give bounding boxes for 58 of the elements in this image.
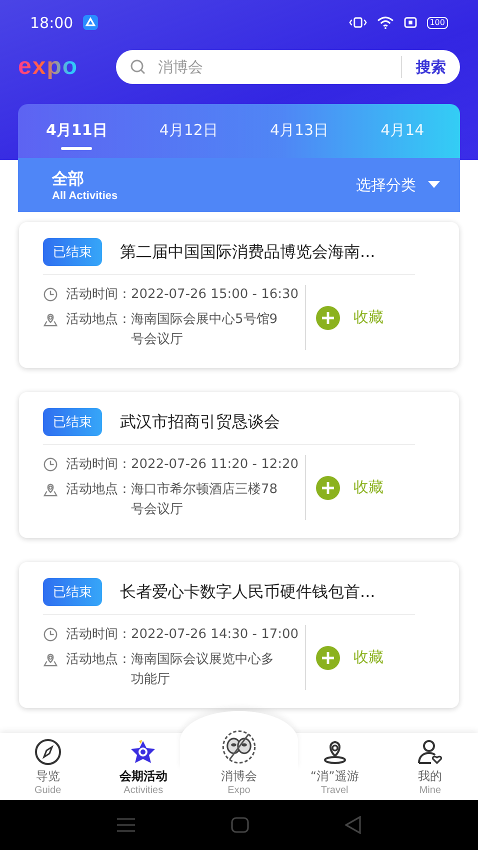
search-icon [130, 59, 146, 75]
plus-icon [316, 306, 340, 330]
star-icon [129, 738, 158, 766]
caret-icon [428, 181, 440, 189]
home-icon[interactable] [231, 817, 249, 833]
masks-drawing [220, 728, 258, 766]
vibrate-icon [348, 16, 367, 29]
category-subtitle: All Activities [52, 190, 118, 202]
person-icon [416, 738, 444, 766]
status-badge: 已结束 [43, 238, 102, 266]
status-badge: 已结束 [43, 578, 102, 606]
place-label: 活动地点： [66, 481, 131, 499]
event-title: 武汉市招商引贸恳谈会 [120, 412, 280, 432]
place-label: 活动地点： [66, 651, 131, 669]
event-time: 2022-07-26 14:30 - 17:00 [131, 626, 299, 644]
compass-icon [34, 738, 62, 766]
category-dropdown[interactable]: 选择分类 [356, 176, 440, 194]
back-icon[interactable] [345, 816, 361, 834]
event-title: 第二届中国国际消费品博览会海南... [120, 242, 376, 262]
search-button[interactable]: 搜索 [401, 56, 460, 78]
date-tab[interactable]: 4月11日 [46, 112, 108, 150]
event-card[interactable]: 已结束 武汉市招商引贸恳谈会 活动时间：2022-07-26 11:20 - 12:20 活动地点：海口市希尔顿酒店三楼78号会议厅 收藏 [19, 392, 459, 538]
location-icon [43, 312, 58, 327]
sim-icon [404, 17, 417, 28]
event-place: 海南国际会展中心5号馆9号会议厅 [131, 311, 279, 349]
clock-icon [43, 457, 58, 472]
search-field[interactable]: 消博会 搜索 [116, 50, 460, 84]
nav-tab[interactable]: “消”遥游 Travel [294, 738, 375, 796]
battery-level: 100 [426, 16, 448, 28]
plus-icon [316, 476, 340, 500]
location-icon [43, 652, 58, 667]
clock-icon [43, 627, 58, 642]
nav-tab[interactable]: 导览 Guide [8, 738, 88, 796]
event-place: 海口市希尔顿酒店三楼78号会议厅 [131, 481, 279, 519]
plus-icon [316, 646, 340, 670]
clock-icon [43, 287, 58, 302]
category-title: 全部 [52, 168, 85, 190]
time-label: 活动时间： [66, 456, 131, 474]
event-place: 海南国际会议展览中心多功能厅 [131, 651, 275, 689]
event-card[interactable]: 已结束 长者爱心卡数字人民币硬件钱包首... 活动时间：2022-07-26 14:30 - 17:00 活动地点：海南国际会议展览中心多功能厅 收藏 [19, 562, 459, 708]
time-label: 活动时间： [66, 626, 131, 644]
nav-tab[interactable]: 消博会 Expo [198, 728, 279, 796]
date-tab[interactable]: 4月12日 [159, 112, 218, 150]
nav-tab[interactable]: 会期活动 Activities [103, 738, 184, 796]
event-time: 2022-07-26 11:20 - 12:20 [131, 456, 299, 474]
time-label: 活动时间： [66, 286, 131, 304]
app-icon [83, 15, 98, 30]
event-card[interactable]: 已结束 第二届中国国际消费品博览会海南... 活动时间：2022-07-26 15:00 - 16:30 活动地点：海南国际会展中心5号馆9号会议厅 收藏 [19, 222, 459, 368]
nav-tab[interactable]: 我的 Mine [390, 738, 470, 796]
date-tab[interactable]: 4月13日 [270, 112, 329, 150]
clock-time: 18:00 [30, 14, 74, 32]
place-label: 活动地点： [66, 311, 131, 329]
event-time: 2022-07-26 15:00 - 16:30 [131, 286, 299, 304]
location-icon [43, 482, 58, 497]
menu-icon[interactable] [117, 818, 135, 832]
event-title: 长者爱心卡数字人民币硬件钱包首... [120, 582, 376, 602]
status-badge: 已结束 [43, 408, 102, 436]
wifi-icon [376, 16, 394, 29]
